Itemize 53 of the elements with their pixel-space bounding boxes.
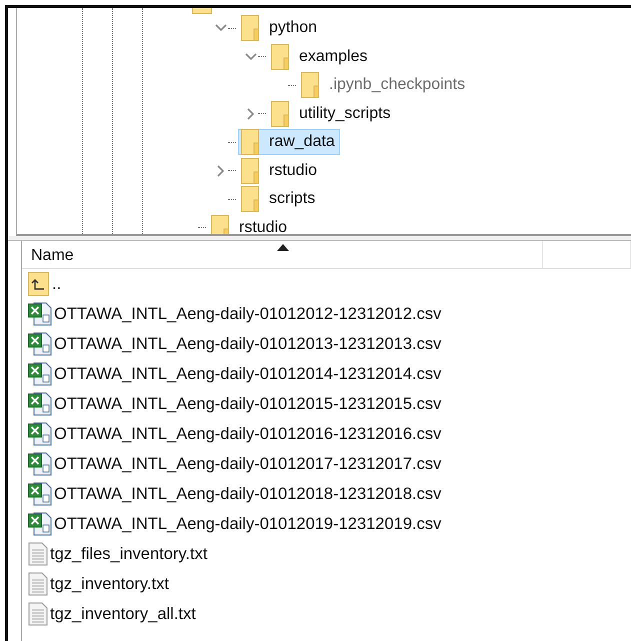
spreadsheet-file-icon	[28, 302, 52, 326]
folder-name: scripts	[269, 190, 316, 208]
folder-icon	[241, 15, 259, 42]
collapsed-chevron-icon[interactable]	[246, 106, 256, 121]
tree-item[interactable]: utility_scripts	[268, 100, 396, 127]
file-name[interactable]: OTTAWA_INTL_Aeng-daily-01012017-12312017.csv	[54, 454, 442, 474]
tree-item[interactable]: .ipynb_checkpoints	[298, 72, 470, 98]
tree-item[interactable]: scripts	[238, 186, 320, 212]
file-name[interactable]: ..	[52, 274, 62, 294]
folder-icon	[271, 100, 289, 127]
folder-name: utility_scripts	[299, 104, 391, 123]
tree-item[interactable]: rstudio	[238, 158, 322, 184]
file-name[interactable]: OTTAWA_INTL_Aeng-daily-01012014-12312014.csv	[54, 364, 442, 384]
folder-name: rstudio	[269, 162, 318, 180]
expanded-chevron-icon[interactable]	[214, 23, 228, 34]
text-file-icon	[28, 602, 48, 626]
column-header[interactable]: Name	[22, 241, 543, 268]
file-name[interactable]: tgz_inventory.txt	[50, 574, 169, 594]
spreadsheet-file-icon	[28, 392, 52, 416]
folder-name: python	[269, 19, 318, 38]
folder-icon	[301, 72, 319, 98]
spreadsheet-file-icon	[28, 332, 52, 356]
expanded-chevron-icon[interactable]	[244, 52, 258, 62]
spreadsheet-file-icon	[28, 512, 52, 536]
text-file-icon	[28, 542, 48, 566]
folder-name: raw_data	[269, 133, 335, 152]
tree-item[interactable]: python	[238, 15, 322, 42]
file-name[interactable]: tgz_inventory_all.txt	[50, 604, 196, 624]
tree-item[interactable]: rstudio	[208, 214, 292, 234]
file-name[interactable]: tgz_files_inventory.txt	[50, 544, 208, 564]
folder-icon	[241, 158, 259, 184]
tree-item[interactable]: raw_data	[238, 129, 340, 156]
spreadsheet-file-icon	[28, 422, 52, 446]
collapsed-chevron-icon[interactable]	[216, 164, 226, 178]
file-name[interactable]: OTTAWA_INTL_Aeng-daily-01012012-12312012.csv	[54, 304, 442, 324]
folder-icon	[271, 44, 289, 70]
spreadsheet-file-icon	[28, 362, 52, 386]
folder-name: rstudio	[239, 218, 288, 234]
parent-folder-icon	[28, 272, 50, 296]
file-name[interactable]: OTTAWA_INTL_Aeng-daily-01012016-12312016.csv	[54, 424, 442, 444]
spreadsheet-file-icon	[28, 452, 52, 476]
file-name[interactable]: OTTAWA_INTL_Aeng-daily-01012015-12312015.csv	[54, 394, 442, 414]
folder-icon	[241, 129, 259, 156]
folder-icon	[211, 214, 229, 234]
file-name[interactable]: OTTAWA_INTL_Aeng-daily-01012018-12312018.csv	[54, 484, 442, 504]
file-name[interactable]: OTTAWA_INTL_Aeng-daily-01012019-12312019.csv	[54, 514, 442, 534]
folder-name: examples	[299, 48, 368, 66]
tree-item[interactable]: examples	[268, 44, 372, 70]
text-file-icon	[28, 572, 48, 596]
file-name[interactable]: OTTAWA_INTL_Aeng-daily-01012013-12312013.csv	[54, 334, 442, 354]
spreadsheet-file-icon	[28, 482, 52, 506]
folder-icon	[241, 186, 259, 212]
folder-name: .ipynb_checkpoints	[329, 76, 466, 94]
